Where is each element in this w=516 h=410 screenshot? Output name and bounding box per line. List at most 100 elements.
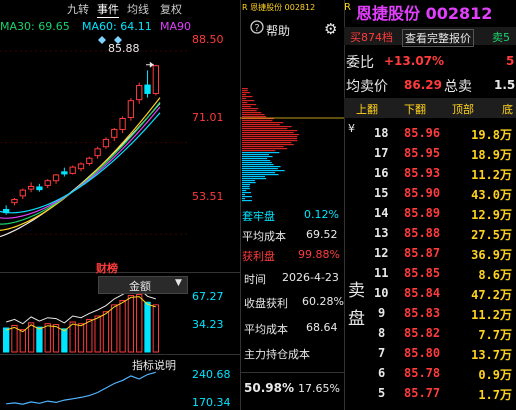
row-level: 14 (374, 206, 389, 220)
row-volume: 1.7万 (478, 388, 512, 402)
close-profit-label: 收盘获利 (244, 297, 288, 310)
chip-bar (242, 162, 272, 164)
chip-bar (242, 150, 276, 152)
page-up-button[interactable]: 上翻 (356, 101, 378, 117)
svg-text:?: ? (254, 23, 259, 34)
candle-body (94, 148, 101, 157)
help-icon[interactable]: ? (250, 20, 264, 34)
orderbook-row[interactable]: 17 85.95 18.9万 (344, 144, 516, 163)
orderbook-row[interactable]: 9 85.83 11.2万 (344, 304, 516, 323)
taolao-label: 套牢盘 (242, 210, 275, 223)
chip-title: R 恩捷股份 002812 (242, 3, 316, 12)
orderbook-row[interactable]: 13 85.88 27.5万 (344, 224, 516, 243)
chip-bar (242, 160, 271, 162)
chip-bar (242, 186, 250, 188)
candle-body (3, 208, 10, 214)
orderbook-row[interactable]: 15 85.90 43.0万 (344, 184, 516, 203)
chip-bar (242, 172, 276, 174)
chip-bar (242, 146, 284, 148)
candle-body (152, 65, 159, 94)
orderbook-row[interactable]: 18 85.96 19.8万 (344, 124, 516, 143)
avgcost-value: 69.52 (306, 228, 338, 241)
orderbook-row[interactable]: 7 85.80 13.7万 (344, 344, 516, 363)
orderbook-row[interactable]: 8 85.82 7.7万 (344, 324, 516, 343)
row-price: 85.89 (404, 206, 441, 220)
candle-body (27, 185, 35, 190)
indicator-help-button[interactable]: 指标说明 (132, 357, 176, 373)
chip-bar (242, 130, 298, 132)
chip-bar (242, 98, 246, 100)
row-price: 85.85 (404, 266, 441, 280)
chip-bar (242, 102, 248, 104)
chip-bar (242, 174, 279, 176)
row-price: 85.90 (404, 186, 441, 200)
orderbook-row[interactable]: 12 85.87 36.9万 (344, 244, 516, 263)
row-price: 85.95 (404, 146, 441, 160)
candle-body (19, 189, 26, 197)
chip-bar (242, 90, 248, 92)
volume-bar (19, 329, 26, 353)
candle-body (44, 180, 51, 186)
chip-bar (242, 116, 267, 118)
row-volume: 27.5万 (471, 228, 512, 242)
volume-bar (152, 304, 159, 353)
row-price: 85.82 (404, 326, 441, 340)
row-price: 85.87 (404, 246, 441, 260)
page-down-button[interactable]: 下翻 (404, 101, 426, 117)
volume-bar (27, 322, 35, 353)
weibi-value: +13.07% (384, 54, 445, 68)
event-diamond-icon (98, 36, 106, 44)
row-volume: 7.7万 (478, 328, 512, 342)
orderbook-row[interactable]: 14 85.89 12.9万 (344, 204, 516, 223)
volume-bar (86, 318, 93, 353)
chip-bar (242, 192, 251, 194)
chip-bar (242, 196, 252, 198)
orderbook-row[interactable]: 10 85.84 47.2万 (344, 284, 516, 303)
chip-bar (242, 166, 281, 168)
total-sell-value: 1.5 (494, 78, 516, 92)
volume-bar (11, 324, 18, 353)
top-button[interactable]: 顶部 (452, 101, 474, 117)
price-axis-top: 88.50 (192, 33, 224, 46)
sell-levels-button[interactable]: 卖5 (492, 29, 510, 45)
price-axis-mid: 71.01 (192, 111, 224, 124)
chip-bar (242, 154, 269, 156)
candle-body (119, 118, 126, 130)
chip-bar (242, 132, 294, 134)
caibang-label[interactable]: 财榜 (96, 260, 118, 276)
orderbook-row[interactable]: 11 85.85 8.6万 (344, 264, 516, 283)
orderbook-row[interactable]: 5 85.77 1.7万 (344, 384, 516, 403)
row-level: 7 (378, 346, 386, 360)
chip-bar (242, 200, 252, 202)
stock-title: 恩捷股份 002812 (356, 4, 493, 23)
candle-body (127, 100, 135, 118)
close-profit-value: 60.28% (302, 295, 344, 308)
help-label[interactable]: 帮助 (266, 22, 290, 39)
volume-bar (111, 304, 118, 353)
chip-bar (242, 148, 288, 150)
row-volume: 19.8万 (471, 128, 512, 142)
r-badge-icon: R (344, 2, 351, 13)
taolao-value: 0.12% (304, 208, 339, 221)
orderbook-row[interactable]: 6 85.78 0.9万 (344, 364, 516, 383)
bottom-pct-a: 50.98% (244, 381, 294, 395)
chip-bar (242, 108, 259, 110)
chip-bar (242, 152, 280, 154)
amount-select[interactable]: 金额 ▼ (98, 276, 188, 294)
buy-levels-button[interactable]: 买874档 (350, 29, 393, 45)
orderbook-row[interactable]: 16 85.93 11.2万 (344, 164, 516, 183)
row-level: 11 (374, 266, 389, 280)
chip-bar (242, 110, 257, 112)
chip-bar (242, 194, 245, 196)
ma-line (0, 101, 161, 225)
volume-bar (127, 294, 135, 353)
row-price: 85.84 (404, 286, 441, 300)
vol-axis-top: 67.27 (192, 290, 224, 303)
bottom-button[interactable]: 底 (502, 101, 513, 117)
row-volume: 11.2万 (471, 308, 512, 322)
row-volume: 8.6万 (478, 268, 512, 282)
chip-bar (242, 144, 294, 146)
full-quote-button[interactable]: 查看完整报价 (402, 29, 474, 47)
gear-icon[interactable]: ⚙ (324, 20, 337, 38)
ind-axis-top: 240.68 (192, 368, 231, 381)
